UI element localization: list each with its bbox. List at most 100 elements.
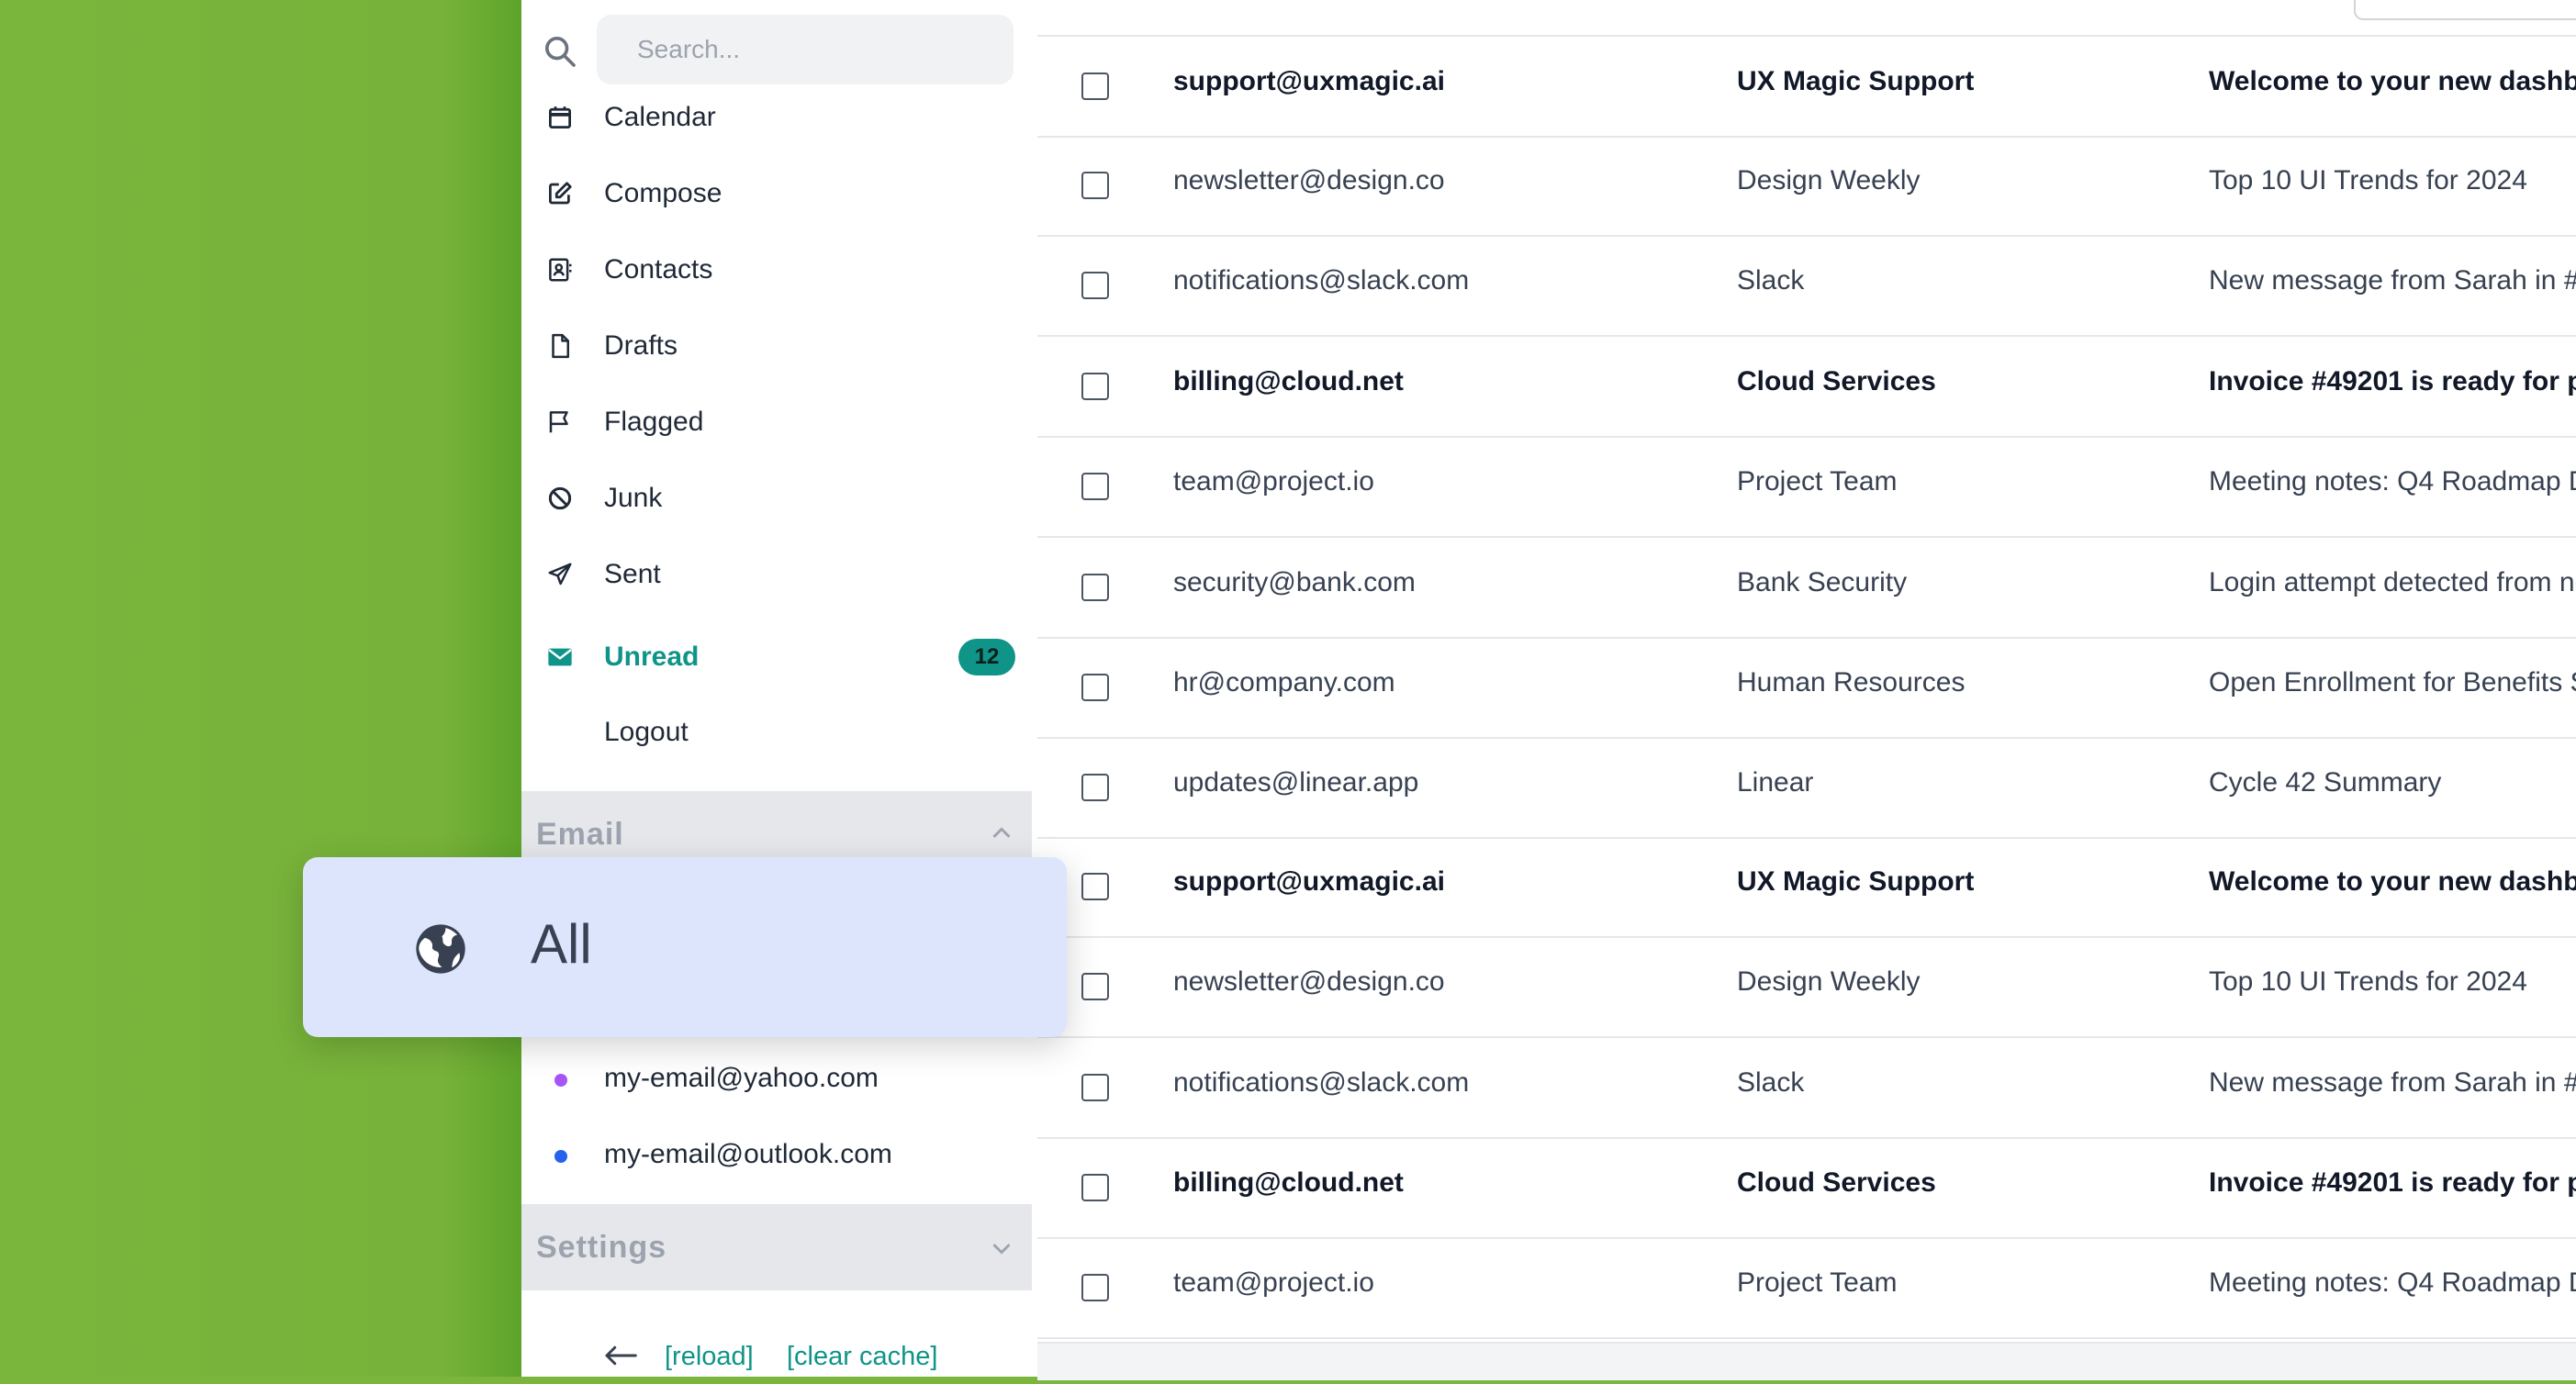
- email-subject: Cycle 42 Summary: [2209, 767, 2442, 798]
- account-label: All: [531, 913, 592, 975]
- reload-link[interactable]: [reload]: [665, 1342, 754, 1372]
- unread-count-badge: 12: [958, 639, 1015, 675]
- email-subject: Welcome to your new dashbo: [2209, 66, 2576, 96]
- sender-name: UX Magic Support: [1737, 866, 1975, 897]
- nav-item-contacts[interactable]: Contacts: [521, 238, 1037, 302]
- sender-email: support@uxmagic.ai: [1173, 66, 1445, 96]
- clear-cache-link[interactable]: [clear cache]: [787, 1342, 937, 1372]
- chevron-up-icon: [986, 819, 1017, 850]
- chevron-down-icon: [986, 1232, 1017, 1263]
- email-subject: Invoice #49201 is ready for pa: [2209, 366, 2576, 396]
- row-checkbox[interactable]: [1081, 473, 1109, 500]
- nav-item-label: Calendar: [604, 102, 716, 132]
- row-checkbox[interactable]: [1081, 873, 1109, 900]
- sender-name: Bank Security: [1737, 567, 1908, 597]
- table-row[interactable]: team@project.io Project Team Meeting notes…: [1037, 1238, 2576, 1339]
- account-item-outlook[interactable]: my-email@outlook.com: [521, 1122, 1037, 1187]
- table-row[interactable]: updates@linear.app Linear Cycle 42 Summary: [1037, 738, 2576, 839]
- sender-email: newsletter@design.co: [1173, 966, 1445, 997]
- row-checkbox[interactable]: [1081, 574, 1109, 601]
- sender-name: Slack: [1737, 1067, 1805, 1098]
- table-row[interactable]: hr@company.com Human Resources Open Enroll…: [1037, 638, 2576, 739]
- sender-email: updates@linear.app: [1173, 767, 1419, 798]
- sender-email: team@project.io: [1173, 466, 1374, 497]
- sender-email: notifications@slack.com: [1173, 265, 1470, 296]
- desktop-background: [0, 0, 521, 1377]
- row-checkbox[interactable]: [1081, 272, 1109, 299]
- nav-item-flagged[interactable]: Flagged: [521, 390, 1037, 454]
- email-subject: New message from Sarah in #g: [2209, 1067, 2576, 1098]
- back-arrow-icon[interactable]: [602, 1342, 639, 1369]
- row-checkbox[interactable]: [1081, 774, 1109, 801]
- table-row[interactable]: support@uxmagic.ai UX Magic Support Welcom…: [1037, 37, 2576, 138]
- account-item-all[interactable]: All: [303, 857, 1067, 1037]
- nav-item-drafts[interactable]: Drafts: [521, 314, 1037, 378]
- nav-item-compose[interactable]: Compose: [521, 162, 1037, 226]
- account-label: my-email@yahoo.com: [604, 1063, 879, 1093]
- nav-item-logout[interactable]: Logout: [521, 700, 1037, 765]
- sender-email: security@bank.com: [1173, 567, 1416, 597]
- nav-item-unread[interactable]: Unread 12: [521, 625, 1037, 689]
- table-row[interactable]: notifications@slack.com Slack New message …: [1037, 1038, 2576, 1139]
- toolbar-control[interactable]: [2354, 0, 2576, 20]
- section-title: Email: [536, 817, 624, 852]
- table-row[interactable]: support@uxmagic.ai UX Magic Support Welcom…: [1037, 837, 2576, 938]
- table-row[interactable]: team@project.io Project Team Meeting notes…: [1037, 437, 2576, 538]
- compose-icon: [543, 177, 577, 210]
- nav-item-junk[interactable]: Junk: [521, 466, 1037, 530]
- nav-item-label: Flagged: [604, 407, 704, 437]
- row-checkbox[interactable]: [1081, 674, 1109, 701]
- nav-item-label: Sent: [604, 559, 661, 589]
- row-checkbox[interactable]: [1081, 172, 1109, 199]
- nav-item-label: Junk: [604, 483, 663, 513]
- email-subject: Meeting notes: Q4 Roadmap D: [2209, 1267, 2576, 1298]
- search-input[interactable]: [597, 15, 1014, 84]
- settings-section-header[interactable]: Settings: [521, 1204, 1032, 1290]
- list-toolbar: [1037, 0, 2576, 37]
- account-label: my-email@outlook.com: [604, 1139, 892, 1169]
- email-subject: Invoice #49201 is ready for pa: [2209, 1167, 2576, 1198]
- table-row[interactable]: security@bank.com Bank Security Login atte…: [1037, 538, 2576, 639]
- search-icon[interactable]: [542, 33, 578, 70]
- sender-name: Slack: [1737, 265, 1805, 296]
- sender-name: Project Team: [1737, 466, 1898, 497]
- sender-name: Design Weekly: [1737, 165, 1921, 195]
- table-row[interactable]: newsletter@design.co Design Weekly Top 10 …: [1037, 136, 2576, 237]
- table-row[interactable]: notifications@slack.com Slack New message …: [1037, 236, 2576, 337]
- sidebar: Calendar Compose Contacts Drafts Flagged…: [521, 0, 1039, 1377]
- table-row[interactable]: billing@cloud.net Cloud Services Invoice #…: [1037, 1138, 2576, 1239]
- nav-item-label: Compose: [604, 178, 722, 208]
- row-checkbox[interactable]: [1081, 373, 1109, 400]
- account-color-dot: [554, 1074, 567, 1087]
- email-subject: Open Enrollment for Benefits S: [2209, 667, 2576, 698]
- nav-item-calendar[interactable]: Calendar: [521, 85, 1037, 150]
- sender-name: Linear: [1737, 767, 1814, 798]
- sender-name: Design Weekly: [1737, 966, 1921, 997]
- row-checkbox[interactable]: [1081, 1174, 1109, 1201]
- nav-item-sent[interactable]: Sent: [521, 542, 1037, 607]
- sender-email: billing@cloud.net: [1173, 1167, 1404, 1198]
- contacts-icon: [543, 253, 577, 286]
- section-title: Settings: [536, 1230, 667, 1265]
- nav-item-label: Contacts: [604, 254, 713, 285]
- row-checkbox[interactable]: [1081, 973, 1109, 1000]
- globe-icon: [411, 920, 470, 978]
- nav-item-label: Logout: [604, 717, 689, 747]
- sender-name: Human Resources: [1737, 667, 1966, 698]
- mail-icon: [543, 641, 577, 674]
- sender-name: UX Magic Support: [1737, 66, 1975, 96]
- sender-email: billing@cloud.net: [1173, 366, 1404, 396]
- table-row[interactable]: newsletter@design.co Design Weekly Top 10 …: [1037, 937, 2576, 1038]
- list-footer: [1037, 1342, 2576, 1380]
- calendar-icon: [543, 101, 577, 134]
- account-item-yahoo[interactable]: my-email@yahoo.com: [521, 1046, 1037, 1111]
- email-subject: Meeting notes: Q4 Roadmap D: [2209, 466, 2576, 497]
- table-row[interactable]: billing@cloud.net Cloud Services Invoice #…: [1037, 337, 2576, 438]
- email-subject: New message from Sarah in #g: [2209, 265, 2576, 296]
- row-checkbox[interactable]: [1081, 73, 1109, 100]
- nav-item-label: Unread: [604, 642, 700, 672]
- junk-icon: [543, 482, 577, 515]
- row-checkbox[interactable]: [1081, 1274, 1109, 1301]
- sender-name: Project Team: [1737, 1267, 1898, 1298]
- row-checkbox[interactable]: [1081, 1074, 1109, 1101]
